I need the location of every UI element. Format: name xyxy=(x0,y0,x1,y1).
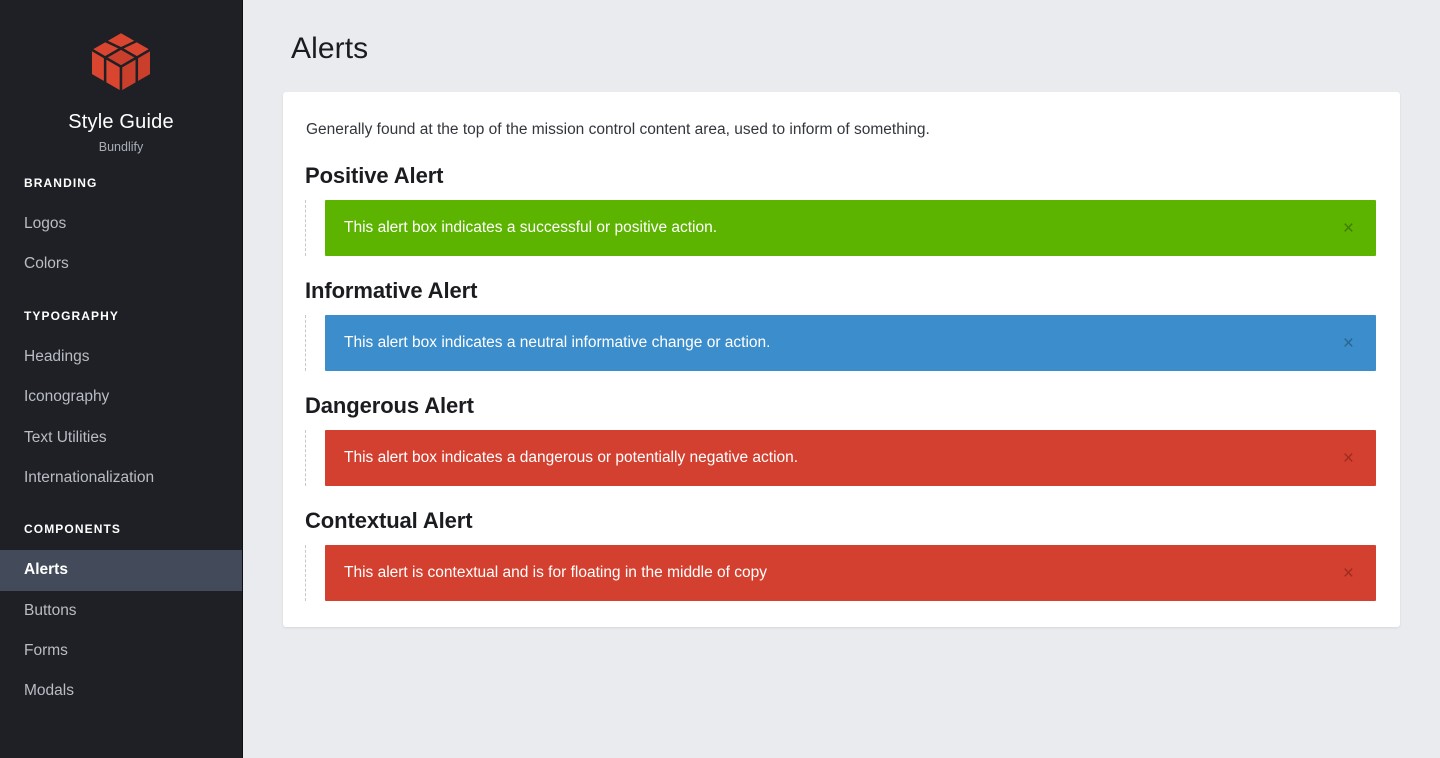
alert-block-dangerous: Dangerous Alert This alert box indicates… xyxy=(305,393,1376,487)
sidebar-item-internationalization[interactable]: Internationalization xyxy=(0,458,242,498)
alert-message-informative: This alert box indicates a neutral infor… xyxy=(344,334,771,352)
alert-block-informative: Informative Alert This alert box indicat… xyxy=(305,278,1376,372)
nav-section-branding: BRANDING Logos Colors xyxy=(0,176,242,285)
alert-block-contextual: Contextual Alert This alert is contextua… xyxy=(305,508,1376,602)
nav-section-title-components: COMPONENTS xyxy=(24,522,122,537)
alert-row-contextual: This alert is contextual and is for floa… xyxy=(305,545,1376,602)
app-root: Style Guide Bundlify BRANDING Logos Colo… xyxy=(0,0,1440,758)
alert-informative: This alert box indicates a neutral infor… xyxy=(325,315,1376,372)
sidebar-item-forms[interactable]: Forms xyxy=(0,631,242,671)
card-intro-text: Generally found at the top of the missio… xyxy=(306,121,930,138)
sidebar-item-colors[interactable]: Colors xyxy=(0,244,242,284)
guide-line xyxy=(305,200,306,257)
close-icon[interactable]: × xyxy=(1339,332,1358,355)
sidebar-item-alerts[interactable]: Alerts xyxy=(0,550,242,591)
alert-contextual: This alert is contextual and is for floa… xyxy=(325,545,1376,602)
cube-logo-icon xyxy=(89,30,153,94)
alert-message-positive: This alert box indicates a successful or… xyxy=(344,219,718,237)
alert-heading-positive: Positive Alert xyxy=(305,163,444,189)
alert-positive: This alert box indicates a successful or… xyxy=(325,200,1376,257)
guide-line xyxy=(305,430,306,487)
alert-dangerous: This alert box indicates a dangerous or … xyxy=(325,430,1376,487)
guide-line xyxy=(305,545,306,602)
sidebar: Style Guide Bundlify BRANDING Logos Colo… xyxy=(0,0,243,758)
brand-block: Style Guide Bundlify xyxy=(0,0,242,154)
close-icon[interactable]: × xyxy=(1339,562,1358,585)
alert-heading-contextual: Contextual Alert xyxy=(305,508,473,534)
alert-message-contextual: This alert is contextual and is for floa… xyxy=(344,564,768,582)
alert-heading-informative: Informative Alert xyxy=(305,278,478,304)
alert-row-positive: This alert box indicates a successful or… xyxy=(305,200,1376,257)
sidebar-nav: BRANDING Logos Colors TYPOGRAPHY Heading… xyxy=(0,176,242,712)
page-title: Alerts xyxy=(291,32,369,65)
sidebar-item-headings[interactable]: Headings xyxy=(0,337,242,377)
sidebar-item-logos[interactable]: Logos xyxy=(0,204,242,244)
close-icon[interactable]: × xyxy=(1339,217,1358,240)
guide-line xyxy=(305,315,306,372)
nav-section-typography: TYPOGRAPHY Headings Iconography Text Uti… xyxy=(0,309,242,499)
alert-row-informative: This alert box indicates a neutral infor… xyxy=(305,315,1376,372)
nav-section-components: COMPONENTS Alerts Buttons Forms Modals xyxy=(0,522,242,712)
sidebar-item-iconography[interactable]: Iconography xyxy=(0,377,242,417)
main-content: Alerts Generally found at the top of the… xyxy=(243,0,1440,758)
sidebar-item-buttons[interactable]: Buttons xyxy=(0,591,242,631)
sidebar-item-modals[interactable]: Modals xyxy=(0,671,242,711)
alerts-card: Generally found at the top of the missio… xyxy=(283,92,1400,628)
alert-message-dangerous: This alert box indicates a dangerous or … xyxy=(344,449,799,467)
sidebar-item-text-utilities[interactable]: Text Utilities xyxy=(0,418,242,458)
alert-heading-dangerous: Dangerous Alert xyxy=(305,393,474,419)
brand-title: Style Guide xyxy=(68,111,174,133)
brand-subtitle: Bundlify xyxy=(98,140,144,154)
alert-block-positive: Positive Alert This alert box indicates … xyxy=(305,163,1376,257)
close-icon[interactable]: × xyxy=(1339,447,1358,470)
nav-section-title-branding: BRANDING xyxy=(24,176,98,190)
alert-row-dangerous: This alert box indicates a dangerous or … xyxy=(305,430,1376,487)
nav-section-title-typography: TYPOGRAPHY xyxy=(24,308,120,323)
